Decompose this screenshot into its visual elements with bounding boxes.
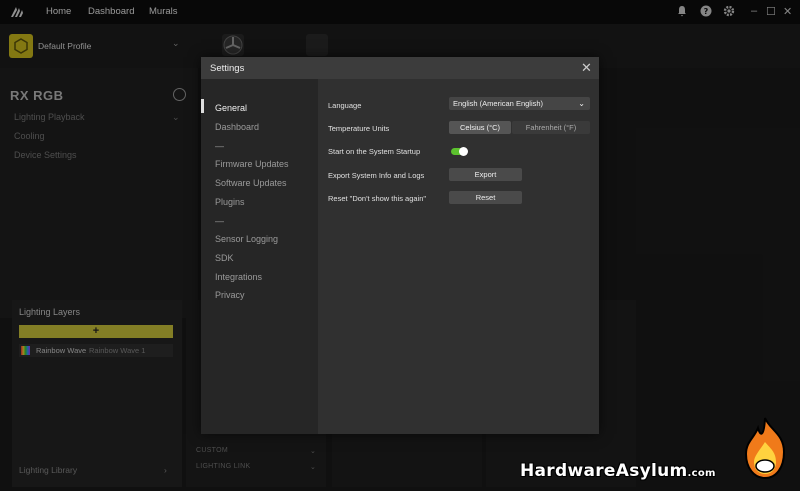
language-select[interactable]: English (American English) ⌄ xyxy=(449,97,590,110)
flame-logo-icon xyxy=(744,417,786,480)
watermark-domain: .com xyxy=(687,468,716,479)
settings-nav-software-updates[interactable]: Software Updates xyxy=(215,178,287,188)
watermark-text: HardwareAsylum xyxy=(520,461,688,481)
reset-button[interactable]: Reset xyxy=(449,191,522,204)
startup-toggle[interactable] xyxy=(451,147,468,156)
settings-nav-sdk[interactable]: SDK xyxy=(215,253,234,263)
settings-nav-integrations[interactable]: Integrations xyxy=(215,272,262,282)
close-icon[interactable]: ✕ xyxy=(581,61,592,74)
settings-nav-sensor-logging[interactable]: Sensor Logging xyxy=(215,234,278,244)
settings-nav: General Dashboard — Firmware Updates Sof… xyxy=(201,79,318,434)
watermark: HardwareAsylum.com xyxy=(520,461,716,481)
settings-dialog: Settings ✕ General Dashboard — Firmware … xyxy=(201,57,599,434)
toggle-knob xyxy=(459,147,468,156)
active-indicator xyxy=(201,99,204,113)
nav-divider: — xyxy=(215,141,224,151)
temperature-units-label: Temperature Units xyxy=(328,124,390,133)
settings-nav-privacy[interactable]: Privacy xyxy=(215,290,245,300)
settings-content: Language English (American English) ⌄ Te… xyxy=(318,79,599,434)
reset-label: Reset "Don't show this again" xyxy=(328,194,427,203)
language-label: Language xyxy=(328,101,362,110)
fahrenheit-option[interactable]: Fahrenheit (°F) xyxy=(512,121,590,134)
settings-nav-plugins[interactable]: Plugins xyxy=(215,197,245,207)
export-label: Export System Info and Logs xyxy=(328,171,425,180)
settings-nav-firmware-updates[interactable]: Firmware Updates xyxy=(215,159,289,169)
nav-divider: — xyxy=(215,216,224,226)
settings-title: Settings xyxy=(210,63,245,74)
settings-header: Settings ✕ xyxy=(201,57,599,79)
settings-nav-dashboard[interactable]: Dashboard xyxy=(215,122,259,132)
export-button[interactable]: Export xyxy=(449,168,522,181)
chevron-down-icon: ⌄ xyxy=(578,99,585,108)
startup-label: Start on the System Startup xyxy=(328,147,421,156)
settings-nav-general[interactable]: General xyxy=(215,103,247,113)
language-value: English (American English) xyxy=(453,99,544,108)
celsius-option[interactable]: Celsius (°C) xyxy=(449,121,511,134)
